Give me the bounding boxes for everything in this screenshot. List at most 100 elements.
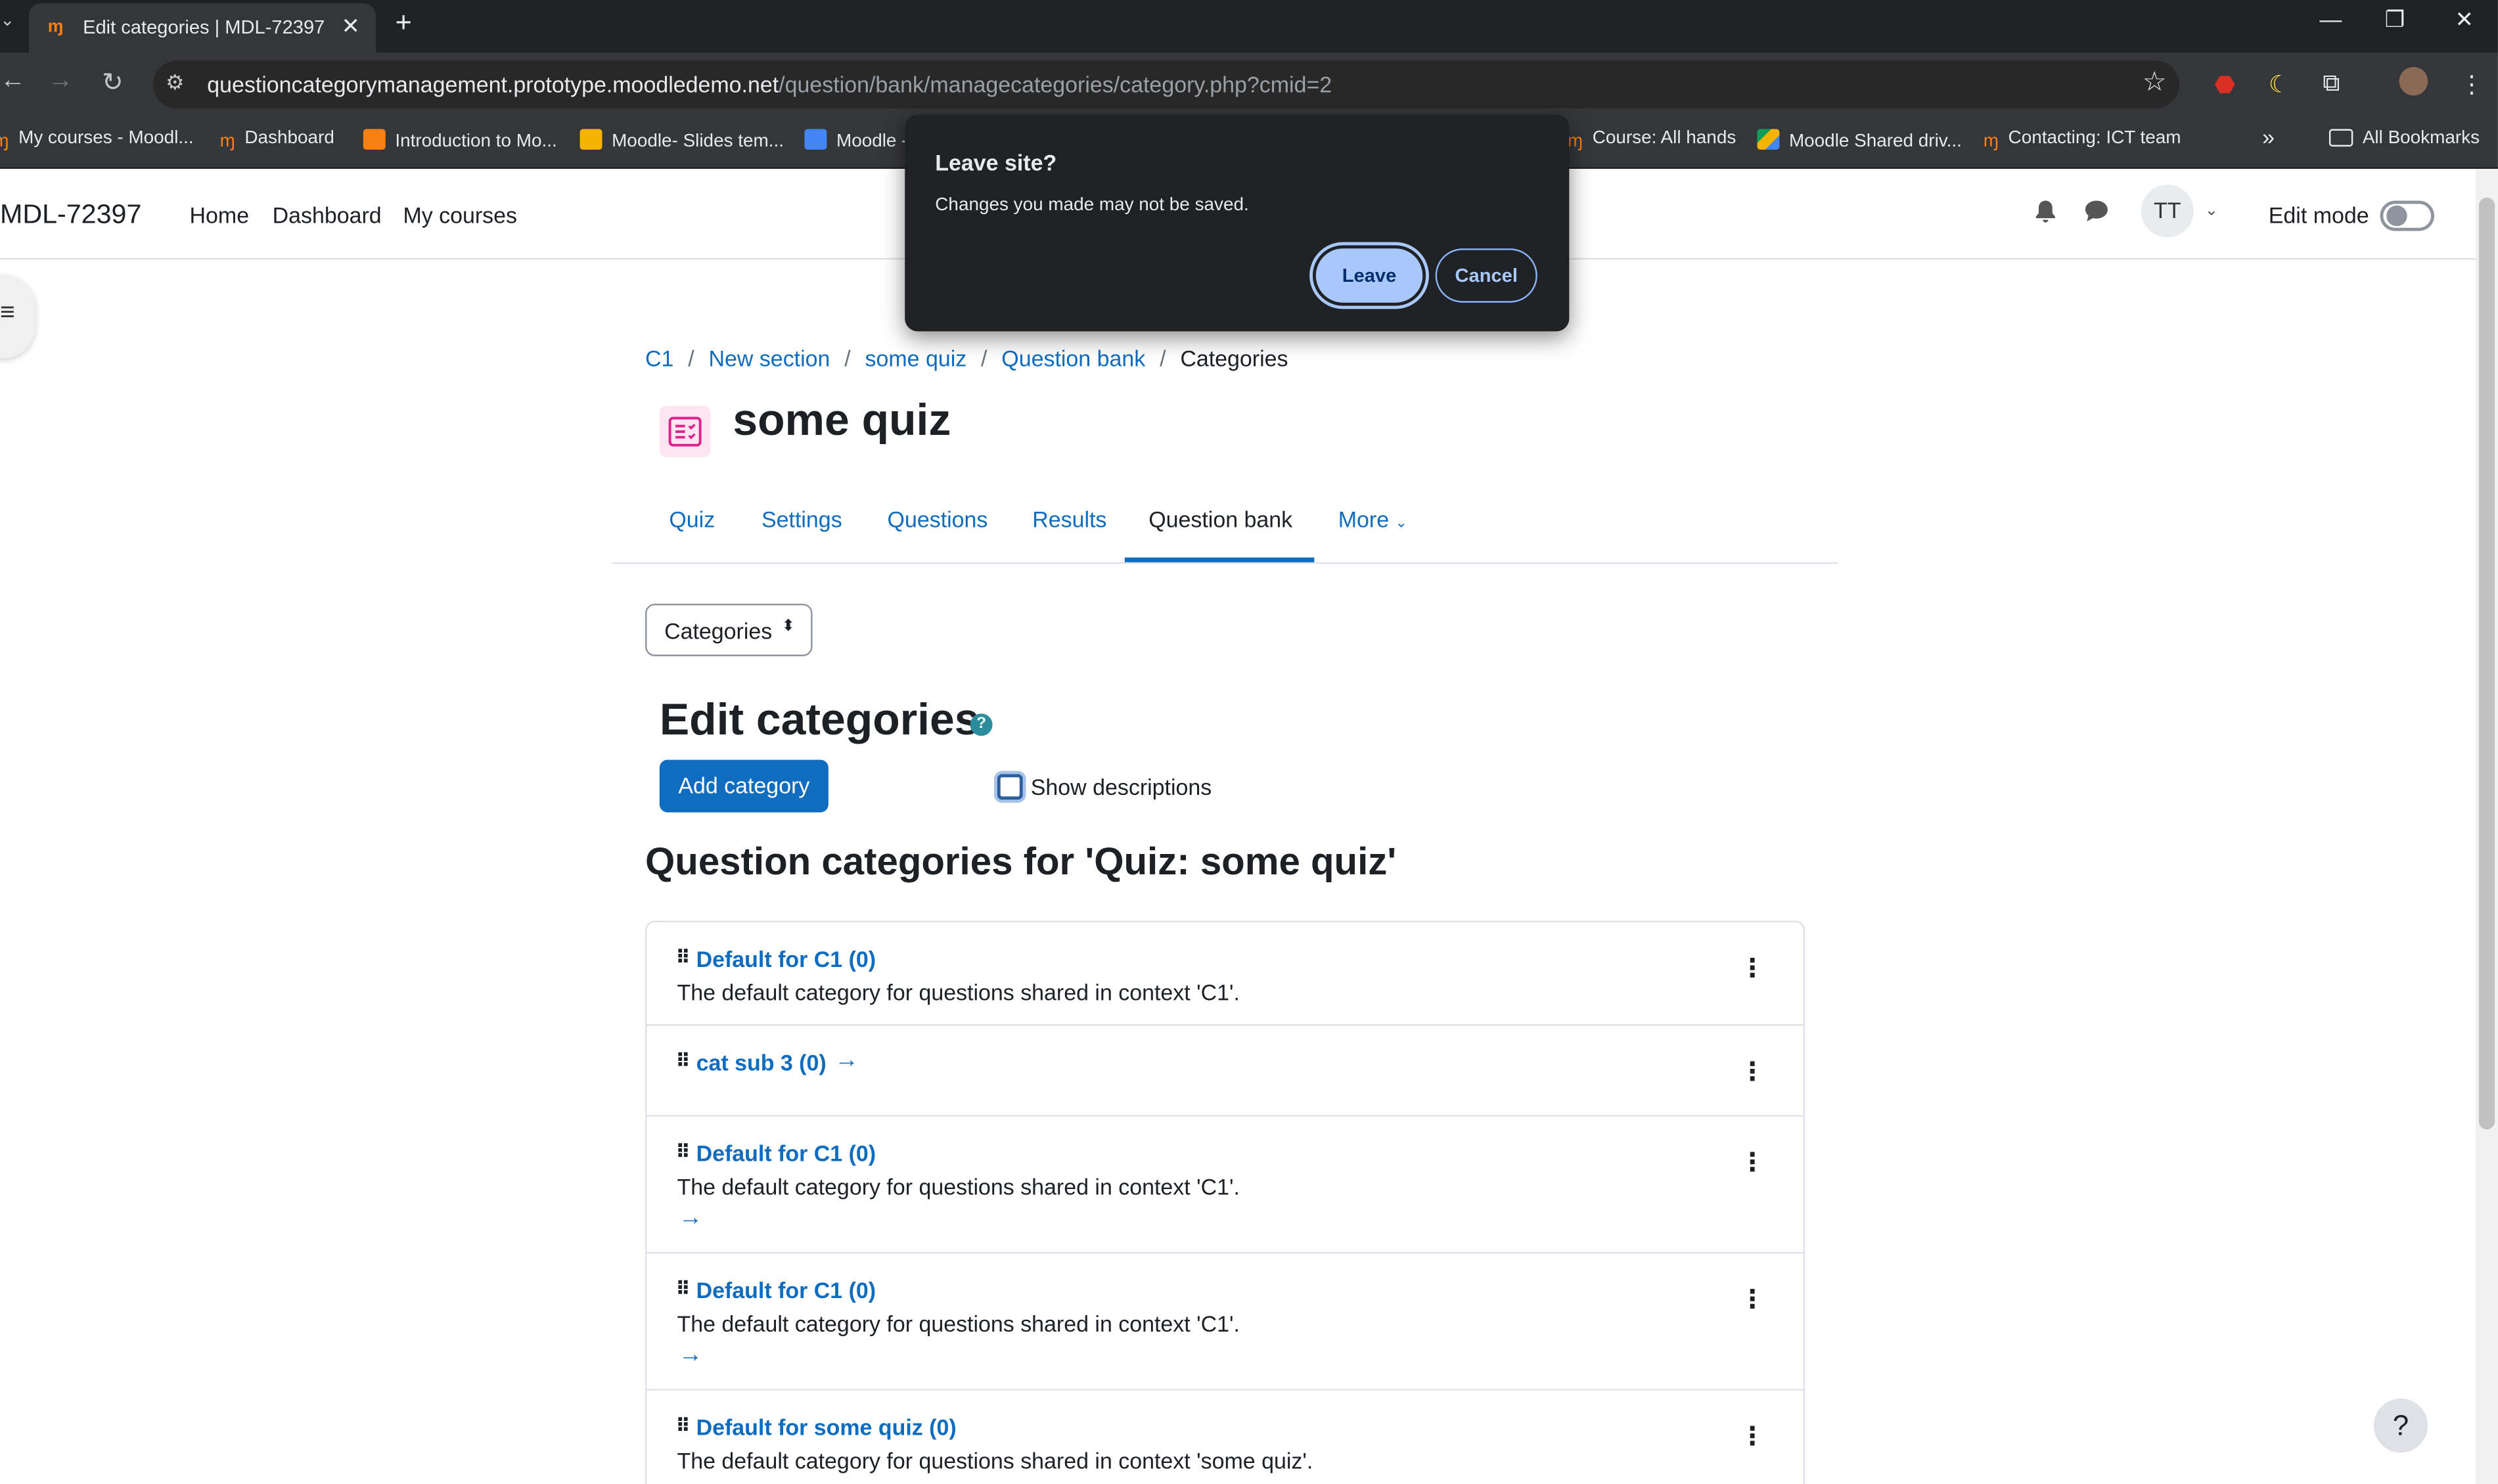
nav-my-courses[interactable]: My courses [403,202,517,228]
bookmark-item[interactable]: ɱ Contacting: ICT team [1984,129,2181,152]
select-value: Categories [664,618,773,644]
show-descriptions-label[interactable]: Show descriptions [1031,774,1212,799]
breadcrumb-some-quiz[interactable]: some quiz [865,346,966,371]
kebab-menu-icon[interactable]: ⋮ [1740,1284,1765,1315]
moodle-favicon-icon: ɱ [47,17,64,37]
messages-chat-icon[interactable] [2084,199,2110,228]
profile-avatar-icon[interactable] [2399,66,2428,96]
drag-handle-icon[interactable]: ⠿ [675,946,691,968]
notifications-bell-icon[interactable] [2034,199,2056,229]
reload-icon[interactable]: ↻ [102,67,124,99]
site-info-icon[interactable]: ⚙ [166,70,184,96]
breadcrumb-separator: / [1160,346,1166,371]
edit-mode-toggle[interactable] [2380,200,2434,231]
tab-results[interactable]: Results [1032,506,1106,532]
help-floating-button[interactable]: ? [2373,1398,2428,1453]
tab-close-icon[interactable]: ✕ [342,12,360,39]
tab-more[interactable]: More ⌄ [1338,506,1407,532]
kebab-menu-icon[interactable]: ⋮ [1740,1056,1765,1088]
category-description: The default category for questions share… [677,979,1240,1005]
category-description: The default category for questions share… [677,1311,1240,1337]
arrow-right-icon[interactable]: → [679,1204,702,1231]
category-description: The default category for questions share… [677,1448,1313,1473]
tab-title: Edit categories | MDL-72397 [83,16,325,39]
category-link[interactable]: Default for some quiz (0) [696,1414,957,1440]
bookmark-star-icon[interactable]: ☆ [2143,67,2167,99]
tab-search-icon[interactable]: ⌄ [0,10,19,41]
bookmark-item[interactable]: ɱ Course: All hands [1568,129,1736,152]
breadcrumb-new-section[interactable]: New section [708,346,830,371]
category-list: ⠿ Default for C1 (0) The default categor… [645,920,1805,1484]
dialog-title: Leave site? [935,149,1057,175]
category-link[interactable]: Default for C1 (0) [696,1140,876,1166]
breadcrumb-separator: / [844,346,851,371]
browser-toolbar: ← → ↻ ⚙ questioncategorymanagement.proto… [0,53,2498,117]
breadcrumb-c1[interactable]: C1 [645,346,673,371]
breadcrumb-separator: / [981,346,988,371]
site-brand[interactable]: MDL-72397 [0,199,141,231]
drag-handle-icon[interactable]: ⠿ [675,1414,691,1437]
arrow-right-icon[interactable]: → [835,1046,859,1073]
breadcrumb-separator: / [688,346,694,371]
screen: ⌄ ɱ Edit categories | MDL-72397 ✕ + — ❐ … [0,0,2498,1484]
quiz-activity-icon [659,406,711,457]
restore-icon[interactable]: ❐ [2385,7,2405,34]
drag-handle-icon[interactable]: ⠿ [675,1050,691,1072]
forward-icon[interactable]: → [48,67,74,96]
bookmark-item[interactable]: Moodle- Slides tem... [579,129,784,151]
help-icon[interactable]: ? [970,713,993,736]
bookmark-item[interactable]: Moodle Shared driv... [1757,129,1962,151]
list-item: ⠿ Default for C1 (0) The default categor… [647,1117,1804,1254]
nav-dashboard[interactable]: Dashboard [273,202,382,228]
show-descriptions-checkbox[interactable] [997,774,1023,800]
category-link[interactable]: Default for C1 (0) [696,1278,876,1303]
bookmark-item[interactable]: Moodle - [804,129,907,151]
bookmark-item[interactable]: ɱ Dashboard [220,129,334,152]
cancel-button[interactable]: Cancel [1435,248,1537,303]
course-index-drawer-button[interactable]: ≡ [0,275,35,359]
new-tab-icon[interactable]: + [395,7,411,40]
drag-handle-icon[interactable]: ⠿ [675,1140,691,1163]
edit-mode-label: Edit mode [2268,202,2369,228]
arrow-right-icon[interactable]: → [679,1341,702,1368]
kebab-menu-icon[interactable]: ⋮ [1740,953,1765,984]
dark-mode-moon-icon[interactable]: ☾ [2269,70,2290,99]
toggle-knob [2386,205,2407,227]
tab-questions[interactable]: Questions [888,506,988,532]
kebab-menu-icon[interactable]: ⋮ [1740,1147,1765,1179]
category-link[interactable]: cat sub 3 (0) [696,1050,827,1075]
nav-home[interactable]: Home [190,202,250,228]
user-avatar[interactable]: TT [2141,185,2194,238]
tab-settings[interactable]: Settings [761,506,842,532]
all-bookmarks-folder[interactable]: All Bookmarks [2328,129,2480,148]
dialog-message: Changes you made may not be saved. [935,196,1249,215]
url-text[interactable]: questioncategorymanagement.prototype.moo… [207,72,1332,97]
browser-tab-active[interactable]: ɱ Edit categories | MDL-72397 ✕ [28,3,376,53]
extensions-puzzle-icon[interactable]: ⧉ [2323,70,2340,97]
category-link[interactable]: Default for C1 (0) [696,946,876,972]
minimize-icon[interactable]: — [2319,7,2342,32]
secondary-navigation: Quiz Settings Questions Results Question… [612,487,1839,564]
question-bank-action-select[interactable]: Categories ⬍ [645,603,813,656]
tab-quiz[interactable]: Quiz [669,506,715,532]
window-close-icon[interactable]: ✕ [2455,7,2473,34]
page-scrollbar[interactable] [2475,169,2498,1484]
add-category-button[interactable]: Add category [659,759,829,813]
list-item: ⠿ cat sub 3 (0) → ⋮ [647,1026,1804,1117]
browser-tab-bar: ⌄ ɱ Edit categories | MDL-72397 ✕ + — ❐ … [0,0,2498,53]
leave-button[interactable]: Leave [1315,248,1423,303]
scrollbar-thumb[interactable] [2478,197,2495,1130]
kebab-menu-icon[interactable]: ⋮ [1740,1421,1765,1452]
bookmarks-overflow-icon[interactable]: » [2262,124,2275,150]
tab-question-bank[interactable]: Question bank [1148,506,1292,532]
address-bar[interactable]: ⚙ questioncategorymanagement.prototype.m… [152,60,2179,108]
user-menu-chevron-down-icon[interactable]: ⌄ [2205,202,2218,220]
back-icon[interactable]: ← [0,67,26,96]
browser-menu-icon[interactable]: ⋮ [2460,70,2484,99]
leave-site-dialog: Leave site? Changes you made may not be … [905,114,1570,332]
bookmark-item[interactable]: Introduction to Mo... [363,129,557,151]
extension-shield-icon[interactable]: ⬣ [2214,70,2235,99]
drag-handle-icon[interactable]: ⠿ [675,1278,691,1300]
bookmark-item[interactable]: ɱMy courses - Moodl... [0,129,194,152]
breadcrumb-question-bank[interactable]: Question bank [1001,346,1145,371]
